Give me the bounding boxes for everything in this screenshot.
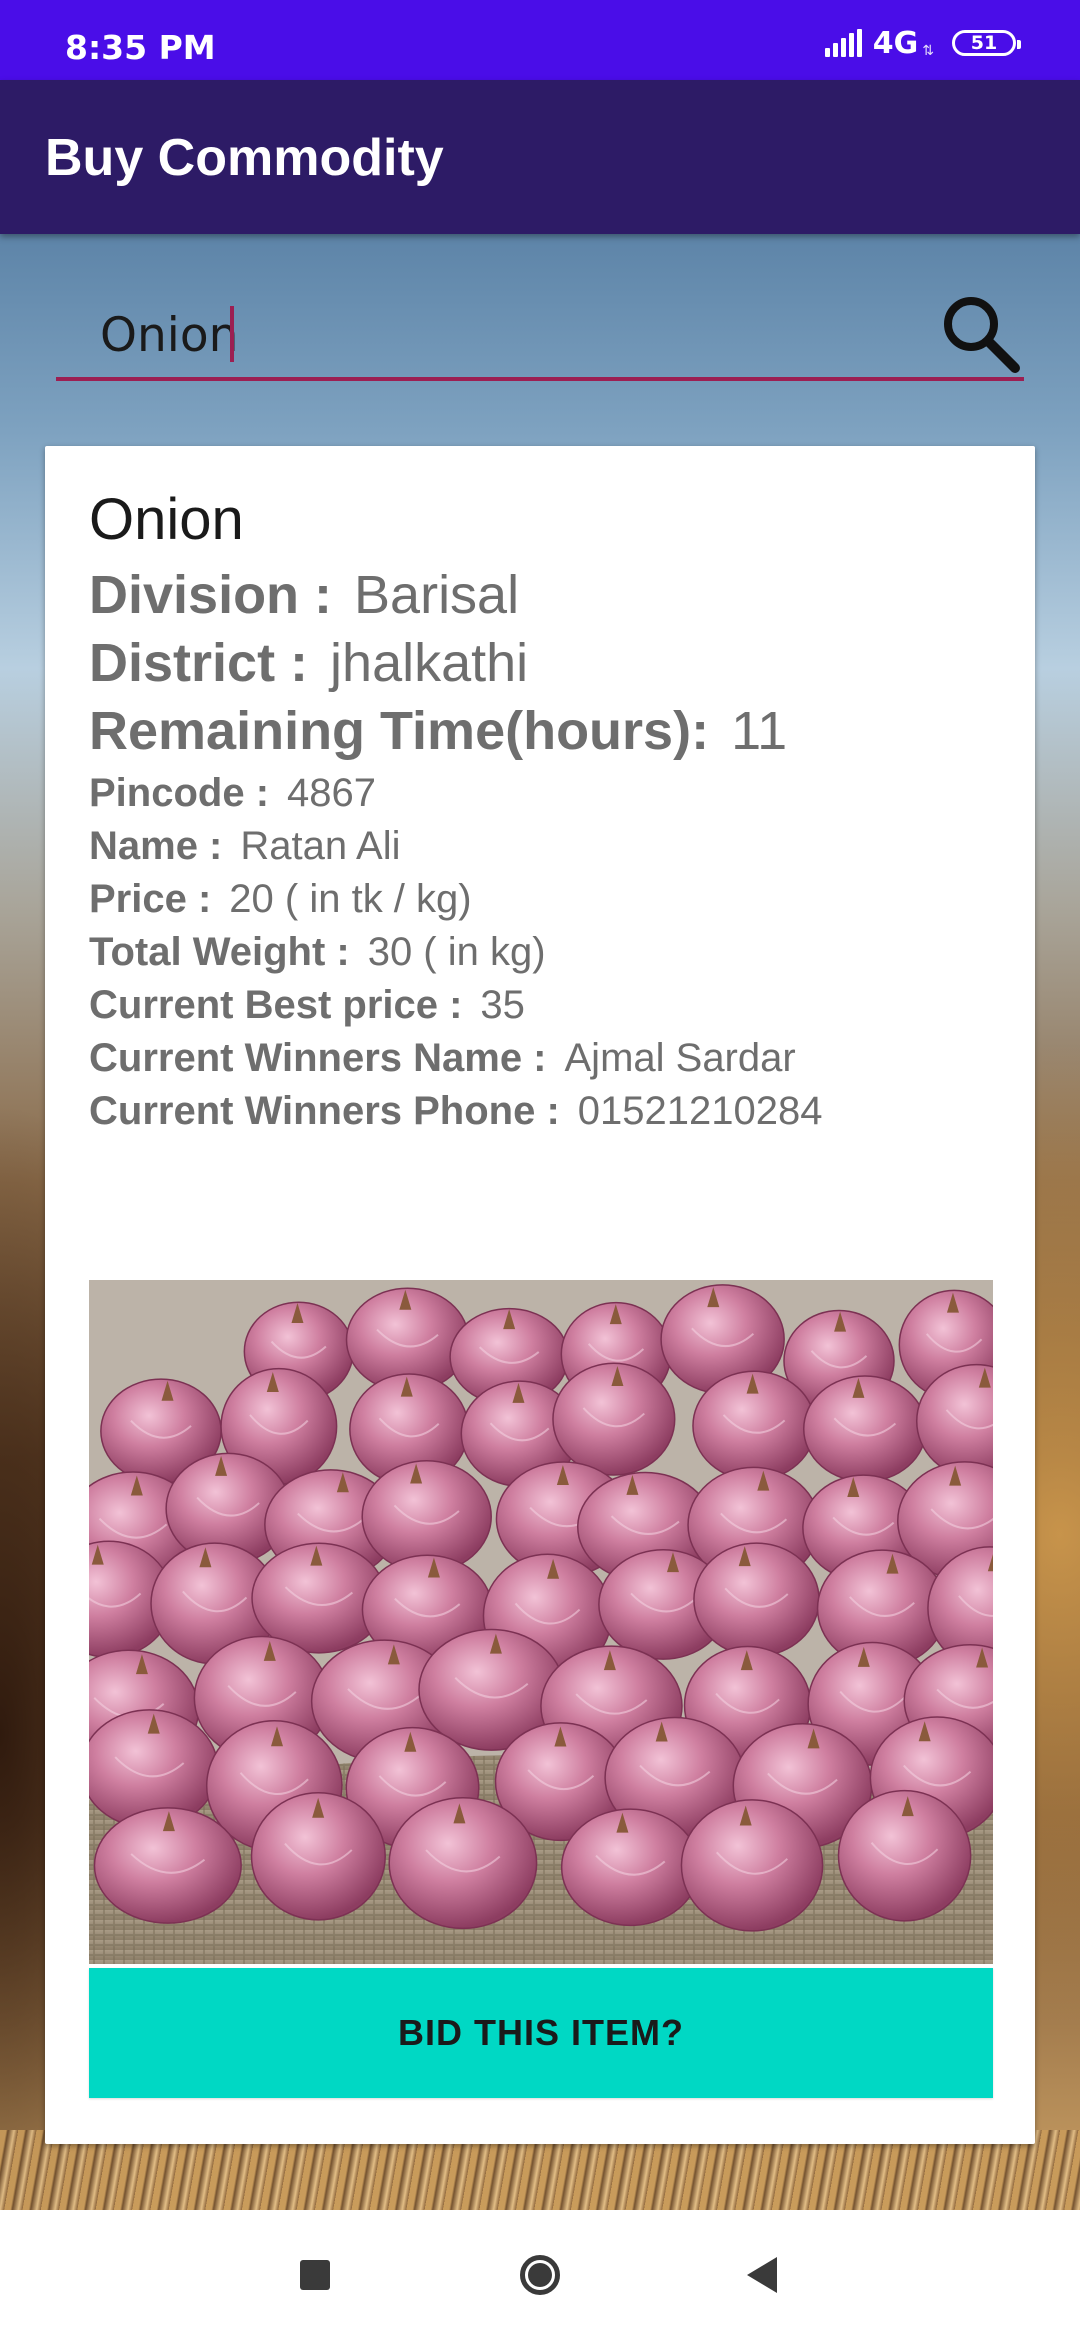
signal-icon bbox=[824, 29, 865, 57]
status-bar: 8:35 PM 4G ⇅ 51 bbox=[0, 0, 1080, 80]
total-weight-value: 30 ( in kg) bbox=[367, 930, 546, 974]
current-winners-phone-label: Current Winners Phone : bbox=[89, 1089, 560, 1133]
price-row: Price : 20 ( in tk / kg) bbox=[89, 873, 993, 926]
current-winners-name-row: Current Winners Name : Ajmal Sardar bbox=[89, 1032, 993, 1085]
current-winners-phone-row: Current Winners Phone : 01521210284 bbox=[89, 1085, 993, 1138]
text-cursor bbox=[230, 306, 234, 362]
district-value: jhalkathi bbox=[330, 633, 529, 693]
commodity-card: Onion Division : Barisal District : jhalka… bbox=[45, 446, 1035, 2144]
district-row: District : jhalkathi bbox=[89, 629, 993, 697]
navigation-bar bbox=[0, 2210, 1080, 2340]
back-icon bbox=[747, 2257, 777, 2293]
search-button[interactable] bbox=[934, 290, 1024, 374]
name-value: Ratan Ali bbox=[240, 824, 401, 868]
current-best-price-label: Current Best price : bbox=[89, 983, 463, 1027]
pincode-row: Pincode : 4867 bbox=[89, 767, 993, 820]
search-underline bbox=[56, 377, 1024, 381]
current-best-price-row: Current Best price : 35 bbox=[89, 979, 993, 1032]
current-winners-name-value: Ajmal Sardar bbox=[564, 1036, 796, 1080]
search-input[interactable] bbox=[56, 290, 906, 380]
total-weight-row: Total Weight : 30 ( in kg) bbox=[89, 926, 993, 979]
recents-icon bbox=[300, 2260, 330, 2290]
onion-photo bbox=[89, 1280, 993, 1964]
status-time: 8:35 PM bbox=[65, 28, 216, 67]
remaining-time-value: 11 bbox=[731, 701, 788, 761]
current-best-price-value: 35 bbox=[480, 983, 525, 1027]
home-icon bbox=[520, 2255, 560, 2295]
remaining-time-label: Remaining Time(hours): bbox=[89, 701, 710, 761]
bid-button[interactable]: BID THIS ITEM? bbox=[89, 1968, 993, 2098]
data-activity-icon: ⇅ bbox=[922, 43, 934, 59]
home-button[interactable] bbox=[470, 2210, 610, 2340]
pincode-label: Pincode : bbox=[89, 771, 270, 815]
name-label: Name : bbox=[89, 824, 223, 868]
page-title: Buy Commodity bbox=[45, 129, 444, 187]
price-label: Price : bbox=[89, 877, 212, 921]
division-label: Division : bbox=[89, 565, 333, 625]
app-bar: Buy Commodity bbox=[0, 80, 1080, 234]
status-indicators: 4G ⇅ 51 bbox=[824, 25, 1021, 61]
battery-level: 51 bbox=[970, 31, 998, 54]
name-row: Name : Ratan Ali bbox=[89, 820, 993, 873]
current-winners-phone-value: 01521210284 bbox=[577, 1089, 823, 1133]
commodity-name: Onion bbox=[89, 487, 244, 552]
current-winners-name-label: Current Winners Name : bbox=[89, 1036, 547, 1080]
total-weight-label: Total Weight : bbox=[89, 930, 350, 974]
network-type: 4G bbox=[872, 25, 919, 61]
price-value: 20 ( in tk / kg) bbox=[229, 877, 472, 921]
district-label: District : bbox=[89, 633, 309, 693]
search-icon bbox=[944, 297, 1020, 373]
recents-button[interactable] bbox=[245, 2210, 385, 2340]
division-row: Division : Barisal bbox=[89, 561, 993, 629]
commodity-image bbox=[89, 1280, 993, 1964]
remaining-time-row: Remaining Time(hours): 11 bbox=[89, 697, 993, 765]
back-button[interactable] bbox=[692, 2210, 832, 2340]
battery-icon: 51 bbox=[952, 30, 1021, 56]
division-value: Barisal bbox=[354, 565, 520, 625]
search-bar bbox=[56, 290, 1024, 384]
pincode-value: 4867 bbox=[287, 771, 377, 815]
commodity-details: Onion Division : Barisal District : jhalka… bbox=[89, 491, 993, 1138]
